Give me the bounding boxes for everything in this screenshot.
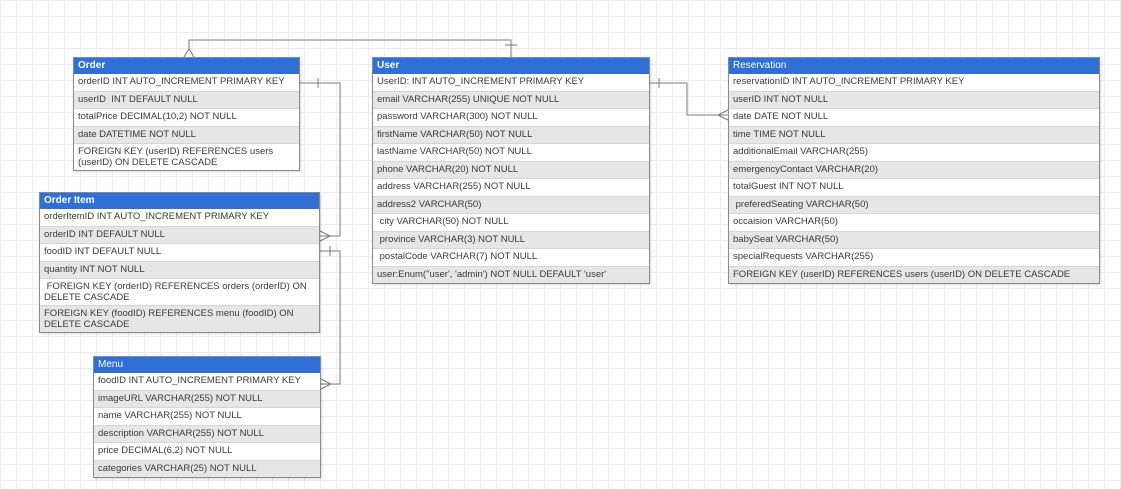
entity-reservation[interactable]: Reservation reservationID INT AUTO_INCRE… bbox=[728, 57, 1100, 284]
user-field: password VARCHAR(300) NOT NULL bbox=[373, 108, 649, 126]
order-item-field: foodID INT DEFAULT NULL bbox=[40, 243, 319, 261]
reservation-field: additionalEmail VARCHAR(255) bbox=[729, 143, 1099, 161]
entity-menu-title: Menu bbox=[94, 357, 320, 373]
order-item-field: FOREIGN KEY (orderID) REFERENCES orders … bbox=[40, 278, 319, 305]
user-field: postalCode VARCHAR(7) NOT NULL bbox=[373, 248, 649, 266]
order-item-field: orderItemID INT AUTO_INCREMENT PRIMARY K… bbox=[44, 211, 270, 222]
entity-order-item-title: Order Item bbox=[40, 193, 319, 209]
entity-menu[interactable]: Menu foodID INT AUTO_INCREMENT PRIMARY K… bbox=[93, 356, 321, 478]
reservation-field: time TIME NOT NULL bbox=[729, 125, 1099, 143]
order-field: totalPrice DECIMAL(10,2) NOT NULL bbox=[74, 108, 299, 126]
user-field: address VARCHAR(255) NOT NULL bbox=[373, 178, 649, 196]
menu-field: name VARCHAR(255) NOT NULL bbox=[94, 407, 320, 425]
reservation-field: userID INT NOT NULL bbox=[729, 90, 1099, 108]
user-field: city VARCHAR(50) NOT NULL bbox=[373, 213, 649, 231]
menu-field: price DECIMAL(6,2) NOT NULL bbox=[94, 442, 320, 460]
entity-user-title: User bbox=[373, 58, 649, 74]
connector-order-user-top bbox=[183, 39, 517, 58]
user-field: phone VARCHAR(20) NOT NULL bbox=[373, 160, 649, 178]
diagram-canvas: Order orderID INT AUTO_INCREMENT PRIMARY… bbox=[0, 0, 1121, 489]
entity-order[interactable]: Order orderID INT AUTO_INCREMENT PRIMARY… bbox=[73, 57, 300, 171]
reservation-field: reservationID INT AUTO_INCREMENT PRIMARY… bbox=[733, 76, 965, 87]
order-item-field: quantity INT NOT NULL bbox=[40, 260, 319, 278]
order-field: userID INT DEFAULT NULL bbox=[74, 90, 299, 108]
order-field: date DATETIME NOT NULL bbox=[74, 125, 299, 143]
user-field: user:Enum("user', 'admin') NOT NULL DEFA… bbox=[373, 265, 649, 283]
reservation-field: emergencyContact VARCHAR(20) bbox=[729, 160, 1099, 178]
connector-orderitem-menu bbox=[320, 250, 341, 385]
entity-user[interactable]: User UserID: INT AUTO_INCREMENT PRIMARY … bbox=[372, 57, 650, 284]
user-field: UserID: INT AUTO_INCREMENT PRIMARY KEY bbox=[377, 76, 585, 87]
reservation-field: FOREIGN KEY (userID) REFERENCES users (u… bbox=[729, 265, 1099, 283]
user-field: address2 VARCHAR(50) bbox=[373, 195, 649, 213]
reservation-many-crow bbox=[716, 109, 729, 121]
order-item-field: FOREIGN KEY (foodID) REFERENCES menu (fo… bbox=[40, 305, 319, 332]
order-field: orderID INT AUTO_INCREMENT PRIMARY KEY bbox=[78, 76, 285, 87]
user-field: lastName VARCHAR(50) NOT NULL bbox=[373, 143, 649, 161]
entity-reservation-title: Reservation bbox=[729, 58, 1099, 74]
connector-user-reservation bbox=[650, 82, 728, 116]
menu-field: foodID INT AUTO_INCREMENT PRIMARY KEY bbox=[98, 375, 301, 386]
menu-many-crow bbox=[320, 378, 333, 390]
order-field: FOREIGN KEY (userID) REFERENCES users (u… bbox=[74, 143, 299, 170]
user-field: firstName VARCHAR(50) NOT NULL bbox=[373, 125, 649, 143]
reservation-field: preferedSeating VARCHAR(50) bbox=[729, 195, 1099, 213]
entity-order-title: Order bbox=[74, 58, 299, 74]
reservation-field: totalGuest INT NOT NULL bbox=[729, 178, 1099, 196]
user-field: province VARCHAR(3) NOT NULL bbox=[373, 230, 649, 248]
reservation-field: occaision VARCHAR(50) bbox=[729, 213, 1099, 231]
reservation-field: date DATE NOT NULL bbox=[729, 108, 1099, 126]
orderitem-many-crow bbox=[319, 230, 332, 242]
menu-field: description VARCHAR(255) NOT NULL bbox=[94, 424, 320, 442]
menu-field: categories VARCHAR(25) NOT NULL bbox=[94, 459, 320, 477]
reservation-field: babySeat VARCHAR(50) bbox=[729, 230, 1099, 248]
menu-field: imageURL VARCHAR(255) NOT NULL bbox=[94, 389, 320, 407]
user-field: email VARCHAR(255) UNIQUE NOT NULL bbox=[373, 90, 649, 108]
entity-order-item[interactable]: Order Item orderItemID INT AUTO_INCREMEN… bbox=[39, 192, 320, 333]
order-item-field: orderID INT DEFAULT NULL bbox=[40, 225, 319, 243]
reservation-field: specialRequests VARCHAR(255) bbox=[729, 248, 1099, 266]
